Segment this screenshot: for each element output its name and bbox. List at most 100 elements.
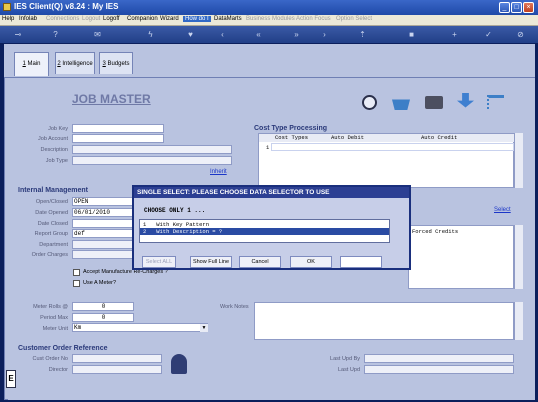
menu-infolab[interactable]: Infolab	[19, 16, 37, 22]
menu-help[interactable]: Help	[2, 16, 14, 22]
cost-type-row[interactable]	[271, 143, 514, 151]
selector-dialog: SINGLE SELECT: PLEASE CHOOSE DATA SELECT…	[132, 185, 411, 270]
menu-wizard[interactable]: Wizard	[160, 16, 179, 22]
printer-icon[interactable]	[425, 96, 443, 109]
next-icon[interactable]: ›	[320, 30, 329, 39]
tab-budgets-num: 3	[102, 61, 106, 67]
selector-input[interactable]	[340, 256, 382, 268]
menu-business-modules[interactable]: Business Modules	[246, 16, 295, 22]
work-notes-scrollbar[interactable]	[514, 302, 523, 340]
tab-intelligence-label: Intelligence	[62, 61, 93, 67]
show-full-line-button[interactable]: Show Full Line	[190, 256, 232, 268]
description-field[interactable]	[72, 145, 232, 154]
menu-option-select[interactable]: Option Select	[336, 16, 372, 22]
tab-intelligence[interactable]: 2 Intelligence	[55, 52, 95, 74]
last-upd-field	[364, 365, 514, 374]
date-closed-field[interactable]	[72, 219, 134, 228]
forced-credits-scrollbar[interactable]	[514, 225, 523, 289]
date-opened-field[interactable]: 06/01/2010	[72, 208, 134, 217]
report-group-field[interactable]: def	[72, 229, 134, 238]
person-icon[interactable]	[171, 354, 187, 374]
cost-type-heading: Cost Type Processing	[254, 125, 328, 132]
upload-icon[interactable]: ⇡	[358, 30, 367, 39]
open-closed-field[interactable]: OPEN	[72, 197, 134, 206]
period-max-label: Period Max	[40, 315, 68, 321]
hierarchy-icon[interactable]	[487, 95, 504, 109]
menu-bar: Help Infolab Connections Logout Logoff C…	[0, 15, 538, 26]
toolbar: ⊸ ? ✉ ϟ ♥ ‹ « » › ⇡ ■ + ✓ ⊘	[0, 26, 538, 43]
meter-rolls-field[interactable]: 0	[72, 302, 134, 311]
key-icon[interactable]: ⊸	[10, 30, 26, 39]
select-all-button[interactable]: Select ALL	[142, 256, 176, 268]
date-closed-label: Date Closed	[37, 221, 68, 227]
close-button[interactable]: ×	[523, 2, 534, 13]
rewind-icon[interactable]: «	[254, 30, 263, 39]
meter-rolls-label: Meter Rolls @	[33, 304, 68, 310]
menu-logoff[interactable]: Logoff	[103, 16, 120, 22]
globe-icon[interactable]	[362, 95, 377, 110]
cust-order-no-field[interactable]	[72, 354, 162, 363]
check-icon[interactable]: ✓	[484, 30, 493, 39]
order-charges-label: Order Charges	[31, 252, 68, 258]
department-field[interactable]	[72, 240, 134, 249]
report-group-label: Report Group	[34, 231, 68, 237]
order-charges-field[interactable]	[72, 250, 134, 259]
cost-type-scrollbar[interactable]	[514, 133, 523, 188]
option-description[interactable]: 2 With Description = ?	[140, 228, 389, 235]
selector-list[interactable]: 1 With Key Pattern 2 With Description = …	[139, 219, 390, 243]
bolt-icon[interactable]: ϟ	[146, 30, 155, 39]
period-max-field[interactable]: 0	[72, 313, 134, 322]
menu-logout[interactable]: Logout	[82, 16, 100, 22]
exit-icon[interactable]: E	[6, 370, 16, 388]
last-upd-label: Last Upd	[337, 367, 360, 373]
job-key-label: Job Key	[48, 126, 68, 132]
director-field[interactable]	[72, 365, 162, 374]
select-link[interactable]: Select	[494, 207, 511, 213]
tab-budgets[interactable]: 3 Budgets	[99, 52, 133, 74]
use-meter-checkbox[interactable]	[73, 280, 80, 287]
cost-type-grid-header: Cost Types Auto Debit Auto Credit	[259, 134, 514, 142]
cancel-icon[interactable]: ⊘	[516, 30, 525, 39]
title-bar: IES Client(Q) v8.24 : My IES _ □ ×	[0, 0, 538, 15]
dialog-prompt: CHOOSE ONLY 1 ...	[144, 207, 206, 214]
work-notes-field[interactable]	[254, 302, 514, 340]
menu-connections[interactable]: Connections	[46, 16, 79, 22]
tab-main[interactable]: 1 Main	[14, 52, 49, 76]
date-opened-label: Date Opened	[35, 210, 68, 216]
back-icon[interactable]: ‹	[218, 30, 227, 39]
forward-icon[interactable]: »	[292, 30, 301, 39]
minimize-button[interactable]: _	[499, 2, 510, 13]
accept-manufacture-checkbox[interactable]	[73, 269, 80, 276]
tab-budgets-label: Budgets	[107, 61, 130, 67]
job-account-field[interactable]	[72, 134, 164, 143]
heart-icon[interactable]: ♥	[186, 30, 195, 39]
help-icon[interactable]: ?	[51, 30, 60, 39]
menu-datamarts[interactable]: DataMarts	[214, 16, 242, 22]
customer-heading: Customer Order Reference	[18, 345, 108, 352]
chevron-down-icon[interactable]: ▼	[200, 324, 208, 332]
add-icon[interactable]: +	[450, 30, 459, 39]
director-label: Director	[48, 367, 68, 373]
dialog-title: SINGLE SELECT: PLEASE CHOOSE DATA SELECT…	[134, 187, 409, 198]
inherit-link[interactable]: Inherit	[210, 169, 227, 175]
col-cost-types: Cost Types	[275, 134, 309, 141]
meter-unit-select[interactable]: Km	[72, 323, 208, 332]
maximize-button[interactable]: □	[511, 2, 522, 13]
menu-companion[interactable]: Companion	[127, 16, 158, 22]
col-auto-debit: Auto Debit	[331, 134, 365, 141]
mail-icon[interactable]: ✉	[93, 30, 102, 39]
tab-main-num: 1	[22, 61, 26, 67]
menu-action-focus[interactable]: Action Focus	[296, 16, 331, 22]
job-key-field[interactable]	[72, 124, 164, 133]
menu-how-do-i[interactable]: How do I	[183, 16, 211, 22]
job-type-label: Job Type	[45, 158, 68, 164]
window-title: IES Client(Q) v8.24 : My IES	[14, 2, 119, 11]
option-key-pattern[interactable]: 1 With Key Pattern	[140, 221, 389, 228]
job-account-label: Job Account	[38, 136, 68, 142]
forced-credits-grid[interactable]: Forced Credits	[408, 225, 514, 289]
cancel-button[interactable]: Cancel	[239, 256, 281, 268]
cost-type-grid[interactable]: Cost Types Auto Debit Auto Credit 1	[258, 133, 514, 188]
job-type-field[interactable]	[72, 156, 232, 165]
ok-button[interactable]: OK	[290, 256, 332, 268]
stop-icon[interactable]: ■	[407, 30, 416, 39]
